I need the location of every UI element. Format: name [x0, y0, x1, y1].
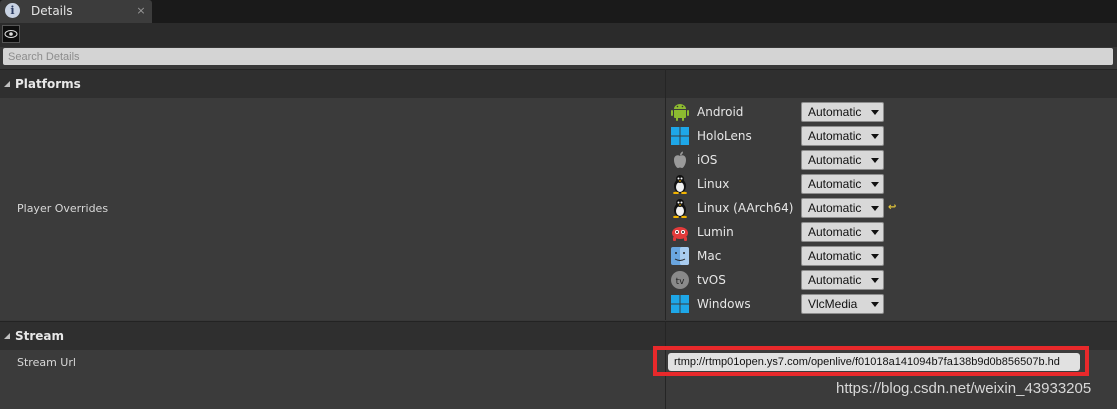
category-platforms[interactable]: Platforms: [0, 69, 1117, 98]
platform-name: Android: [697, 105, 744, 119]
platform-override-dropdown[interactable]: Automatic: [801, 174, 884, 194]
mac-icon: [671, 247, 689, 265]
svg-text:tv: tv: [676, 277, 686, 287]
platform-row-tvos: tv tvOS Automatic: [670, 269, 900, 291]
info-icon: i: [5, 3, 20, 18]
platform-override-dropdown[interactable]: Automatic: [801, 246, 884, 266]
platform-override-dropdown[interactable]: Automatic: [801, 270, 884, 290]
android-icon: [671, 104, 689, 121]
reset-to-default-icon[interactable]: ↩: [888, 203, 898, 213]
platform-override-dropdown[interactable]: Automatic: [801, 222, 884, 242]
platform-row-android: Android Automatic: [670, 101, 900, 123]
dropdown-arrow-icon: [871, 206, 879, 211]
platform-override-dropdown[interactable]: Automatic: [801, 126, 884, 146]
platform-row-linux-aarch64: Linux (AArch64) Automatic: [670, 197, 900, 219]
platform-name: HoloLens: [697, 129, 752, 143]
platform-name: tvOS: [697, 273, 726, 287]
platform-name: Mac: [697, 249, 722, 263]
tab-bar: i Details ×: [0, 0, 1117, 23]
platform-override-dropdown[interactable]: Automatic: [801, 102, 884, 122]
apple-icon: [674, 151, 686, 168]
category-label: Stream: [15, 329, 65, 343]
platform-override-dropdown[interactable]: Automatic: [801, 198, 884, 218]
platform-override-dropdown[interactable]: Automatic: [801, 150, 884, 170]
lumin-icon: [672, 227, 688, 241]
linux-icon: [673, 199, 687, 218]
view-options-icon[interactable]: [2, 25, 20, 43]
platform-name: Linux: [697, 177, 730, 191]
dropdown-arrow-icon: [871, 158, 879, 163]
details-toolbar: [0, 23, 1117, 47]
platform-name: Lumin: [697, 225, 734, 239]
collapse-arrow-icon: [4, 333, 10, 339]
category-label: Platforms: [15, 77, 81, 91]
platform-row-linux: Linux Automatic: [670, 173, 900, 195]
column-divider[interactable]: [665, 69, 666, 320]
platform-row-hololens: HoloLens Automatic: [670, 125, 900, 147]
platform-override-dropdown[interactable]: VlcMedia: [801, 294, 884, 314]
windows-icon: [671, 127, 689, 145]
platform-row-mac: Mac Automatic: [670, 245, 900, 267]
platform-name: Linux (AArch64): [697, 201, 794, 215]
player-overrides-label: Player Overrides: [17, 202, 109, 215]
dropdown-arrow-icon: [871, 110, 879, 115]
dropdown-arrow-icon: [871, 134, 879, 139]
stream-url-label: Stream Url: [17, 356, 76, 369]
dropdown-arrow-icon: [871, 230, 879, 235]
watermark: https://blog.csdn.net/weixin_43933205: [836, 380, 1092, 397]
highlight-box: [653, 346, 1089, 376]
tab-title: Details: [31, 4, 73, 18]
player-overrides-row: [0, 98, 1117, 320]
linux-icon: [673, 175, 687, 194]
dropdown-arrow-icon: [871, 254, 879, 259]
appletv-icon: tv: [671, 271, 689, 289]
close-icon[interactable]: ×: [135, 4, 147, 18]
dropdown-arrow-icon: [871, 182, 879, 187]
dropdown-arrow-icon: [871, 278, 879, 283]
dropdown-arrow-icon: [871, 302, 879, 307]
details-panel: i Details × Platforms Player Overrides: [0, 0, 1117, 409]
platform-row-lumin: Lumin Automatic: [670, 221, 900, 243]
search-input[interactable]: [3, 48, 1113, 65]
collapse-arrow-icon: [4, 81, 10, 87]
platform-name: iOS: [697, 153, 718, 167]
platform-row-ios: iOS Automatic: [670, 149, 900, 171]
windows-icon: [671, 295, 689, 313]
platform-row-windows: Windows VlcMedia: [670, 293, 900, 315]
platform-name: Windows: [697, 297, 751, 311]
tab-details[interactable]: i Details ×: [0, 0, 152, 23]
